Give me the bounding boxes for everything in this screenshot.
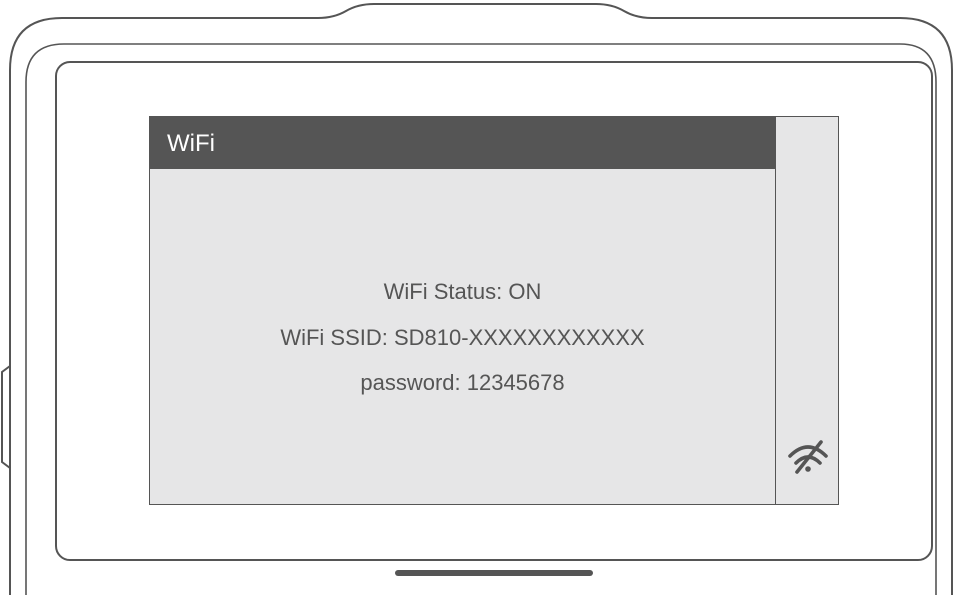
wifi-off-icon[interactable] xyxy=(788,439,828,475)
side-button[interactable] xyxy=(1,365,11,469)
title-bar: WiFi xyxy=(150,117,775,169)
page-title: WiFi xyxy=(167,130,215,157)
wifi-password-text: password: 12345678 xyxy=(360,370,565,395)
wifi-info-panel: WiFi WiFi Status: ON WiFi SSID: SD810-XX… xyxy=(149,116,776,505)
wifi-status-text: WiFi Status: ON xyxy=(383,279,542,304)
side-strip xyxy=(775,116,839,505)
wifi-ssid-text: WiFi SSID: SD810-XXXXXXXXXXXX xyxy=(280,325,645,350)
